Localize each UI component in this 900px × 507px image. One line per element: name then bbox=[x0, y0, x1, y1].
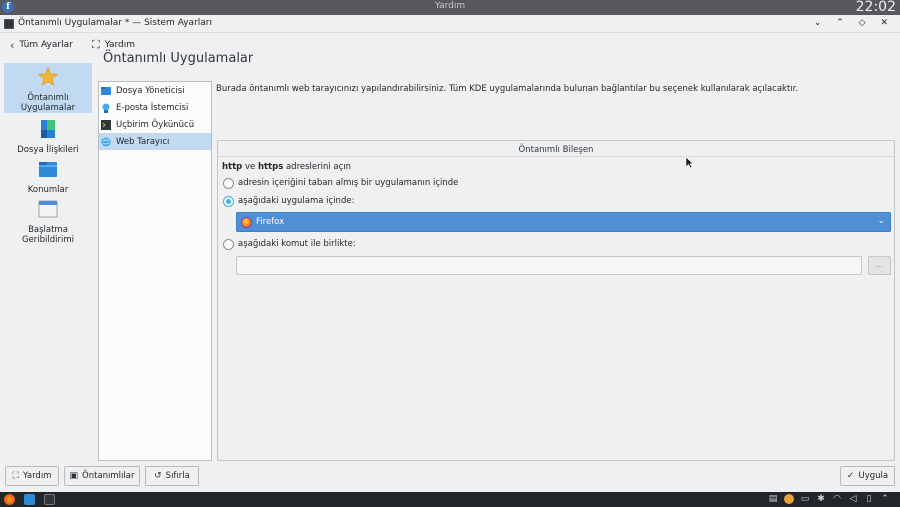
command-input[interactable] bbox=[236, 256, 862, 275]
file-manager-launcher-icon[interactable] bbox=[24, 494, 35, 505]
firefox-icon bbox=[241, 216, 252, 228]
terminal-icon bbox=[101, 119, 111, 130]
list-item-label: Dosya Yöneticisi bbox=[116, 85, 185, 96]
window-titlebar[interactable]: Öntanımlı Uygulamalar * — Sistem Ayarlar… bbox=[0, 15, 900, 33]
help-button-label: Yardım bbox=[22, 471, 52, 481]
category-label: Öntanımlı Uygulamalar bbox=[20, 93, 76, 113]
bluetooth-icon[interactable]: ✱ bbox=[816, 494, 826, 504]
open-links-heading: http ve https adreslerini açın bbox=[222, 162, 351, 172]
radio-following-command-label[interactable]: aşağıdaki komut ile birlikte: bbox=[238, 239, 356, 249]
terminal-launcher-icon[interactable] bbox=[44, 494, 55, 505]
radio-following-command[interactable] bbox=[223, 239, 234, 250]
file-associations-icon bbox=[41, 120, 55, 138]
category-locations[interactable]: Konumlar bbox=[4, 155, 92, 195]
chevron-down-icon: ⌄ bbox=[877, 216, 885, 226]
star-icon bbox=[37, 66, 59, 86]
launch-feedback-icon bbox=[38, 200, 58, 218]
category-file-associations[interactable]: Dosya İlişkileri bbox=[4, 115, 92, 155]
list-item-terminal[interactable]: Uçbirim Öykünücü bbox=[99, 116, 211, 133]
category-default-apps[interactable]: Öntanımlı Uygulamalar bbox=[4, 63, 92, 113]
reset-button[interactable]: ↺ Sıfırla bbox=[145, 466, 199, 486]
taskbar: ▤ ▭ ✱ ◠ ◁ ▯ ⌃ bbox=[0, 492, 900, 507]
checkmark-icon: ✓ bbox=[846, 471, 855, 481]
reset-button-label: Sıfırla bbox=[165, 471, 190, 481]
clipboard-icon[interactable]: ▤ bbox=[768, 494, 778, 504]
defaults-icon: ▣ bbox=[69, 471, 79, 481]
description-text: Burada öntanımlı web tarayıcınızı yapıla… bbox=[216, 84, 799, 94]
window-controls: ⌄ ⌃ ◇ ✕ bbox=[814, 18, 894, 28]
list-item-label: E-posta İstemcisi bbox=[116, 102, 189, 113]
help-toolbar-label: Yardım bbox=[104, 40, 135, 50]
page-title: Öntanımlı Uygulamalar bbox=[103, 51, 254, 66]
app-icon bbox=[4, 19, 14, 29]
https-label: https bbox=[257, 162, 284, 172]
web-browser-icon bbox=[101, 137, 111, 146]
updates-icon[interactable] bbox=[784, 494, 794, 504]
browse-button[interactable]: ... bbox=[868, 256, 891, 275]
volume-icon[interactable]: ◁ bbox=[848, 494, 858, 504]
firefox-launcher-icon[interactable] bbox=[4, 494, 15, 505]
network-icon[interactable]: ◠ bbox=[832, 494, 842, 504]
default-component-group: Öntanımlı Bileşen http ve https adresler… bbox=[217, 140, 895, 461]
radio-following-app-label[interactable]: aşağıdaki uygulama içinde: bbox=[238, 196, 354, 206]
help-button[interactable]: ⛶ Yardım bbox=[5, 466, 59, 486]
list-item-label: Web Tarayıcı bbox=[116, 136, 170, 147]
keep-above-button[interactable]: ◇ bbox=[859, 18, 872, 28]
group-divider bbox=[218, 156, 894, 157]
category-label: Başlatma Geribildirimi bbox=[21, 225, 75, 245]
category-label: Konumlar bbox=[27, 185, 69, 195]
reset-icon: ↺ bbox=[154, 471, 162, 481]
defaults-button-label: Öntanımlılar bbox=[82, 471, 135, 481]
minimize-button[interactable]: ⌄ bbox=[814, 18, 828, 28]
folder-icon bbox=[39, 162, 57, 177]
category-label: Dosya İlişkileri bbox=[17, 145, 79, 155]
list-item-label: Uçbirim Öykünücü bbox=[116, 119, 195, 130]
help-icon: ⛶ bbox=[12, 471, 19, 481]
folder-icon bbox=[101, 86, 111, 95]
category-sidebar: Öntanımlı Uygulamalar Dosya İlişkileri K… bbox=[4, 47, 92, 447]
radio-content-based[interactable] bbox=[223, 178, 234, 189]
http-label: http bbox=[222, 162, 243, 172]
open-links-label: adreslerini açın bbox=[285, 162, 352, 172]
and-label: ve bbox=[244, 162, 256, 172]
tray-menu-icon[interactable]: ⌃ bbox=[880, 494, 890, 504]
top-panel: f Yardım 22:02 bbox=[0, 0, 900, 15]
panel-title: Yardım bbox=[434, 1, 466, 11]
component-list: Dosya Yöneticisi E-posta İstemcisi Uçbir… bbox=[98, 81, 212, 461]
email-icon bbox=[102, 103, 110, 113]
battery-icon[interactable]: ▯ bbox=[864, 494, 874, 504]
help-toolbar-button[interactable]: ⛶ Yardım bbox=[92, 38, 135, 52]
defaults-button[interactable]: ▣ Öntanımlılar bbox=[64, 466, 140, 486]
device-icon[interactable]: ▭ bbox=[800, 494, 810, 504]
browser-select[interactable]: Firefox ⌄ bbox=[236, 212, 891, 232]
browser-select-value: Firefox bbox=[256, 217, 285, 227]
list-item-email-client[interactable]: E-posta İstemcisi bbox=[99, 99, 211, 116]
category-launch-feedback[interactable]: Başlatma Geribildirimi bbox=[4, 195, 92, 245]
apply-button-label: Uygula bbox=[858, 471, 889, 481]
clock[interactable]: 22:02 bbox=[856, 0, 896, 15]
close-button[interactable]: ✕ bbox=[880, 18, 894, 28]
apply-button[interactable]: ✓ Uygula bbox=[840, 466, 895, 486]
help-icon: ⛶ bbox=[92, 38, 100, 51]
list-item-file-manager[interactable]: Dosya Yöneticisi bbox=[99, 82, 211, 99]
radio-content-based-label[interactable]: adresin içeriğini taban almış bir uygula… bbox=[238, 178, 458, 188]
radio-following-app[interactable] bbox=[223, 196, 234, 207]
window-title: Öntanımlı Uygulamalar * — Sistem Ayarlar… bbox=[18, 18, 212, 28]
mouse-cursor-icon bbox=[685, 156, 694, 169]
list-item-web-browser[interactable]: Web Tarayıcı bbox=[99, 133, 211, 150]
maximize-button[interactable]: ⌃ bbox=[836, 18, 850, 28]
group-title: Öntanımlı Bileşen bbox=[518, 145, 594, 155]
